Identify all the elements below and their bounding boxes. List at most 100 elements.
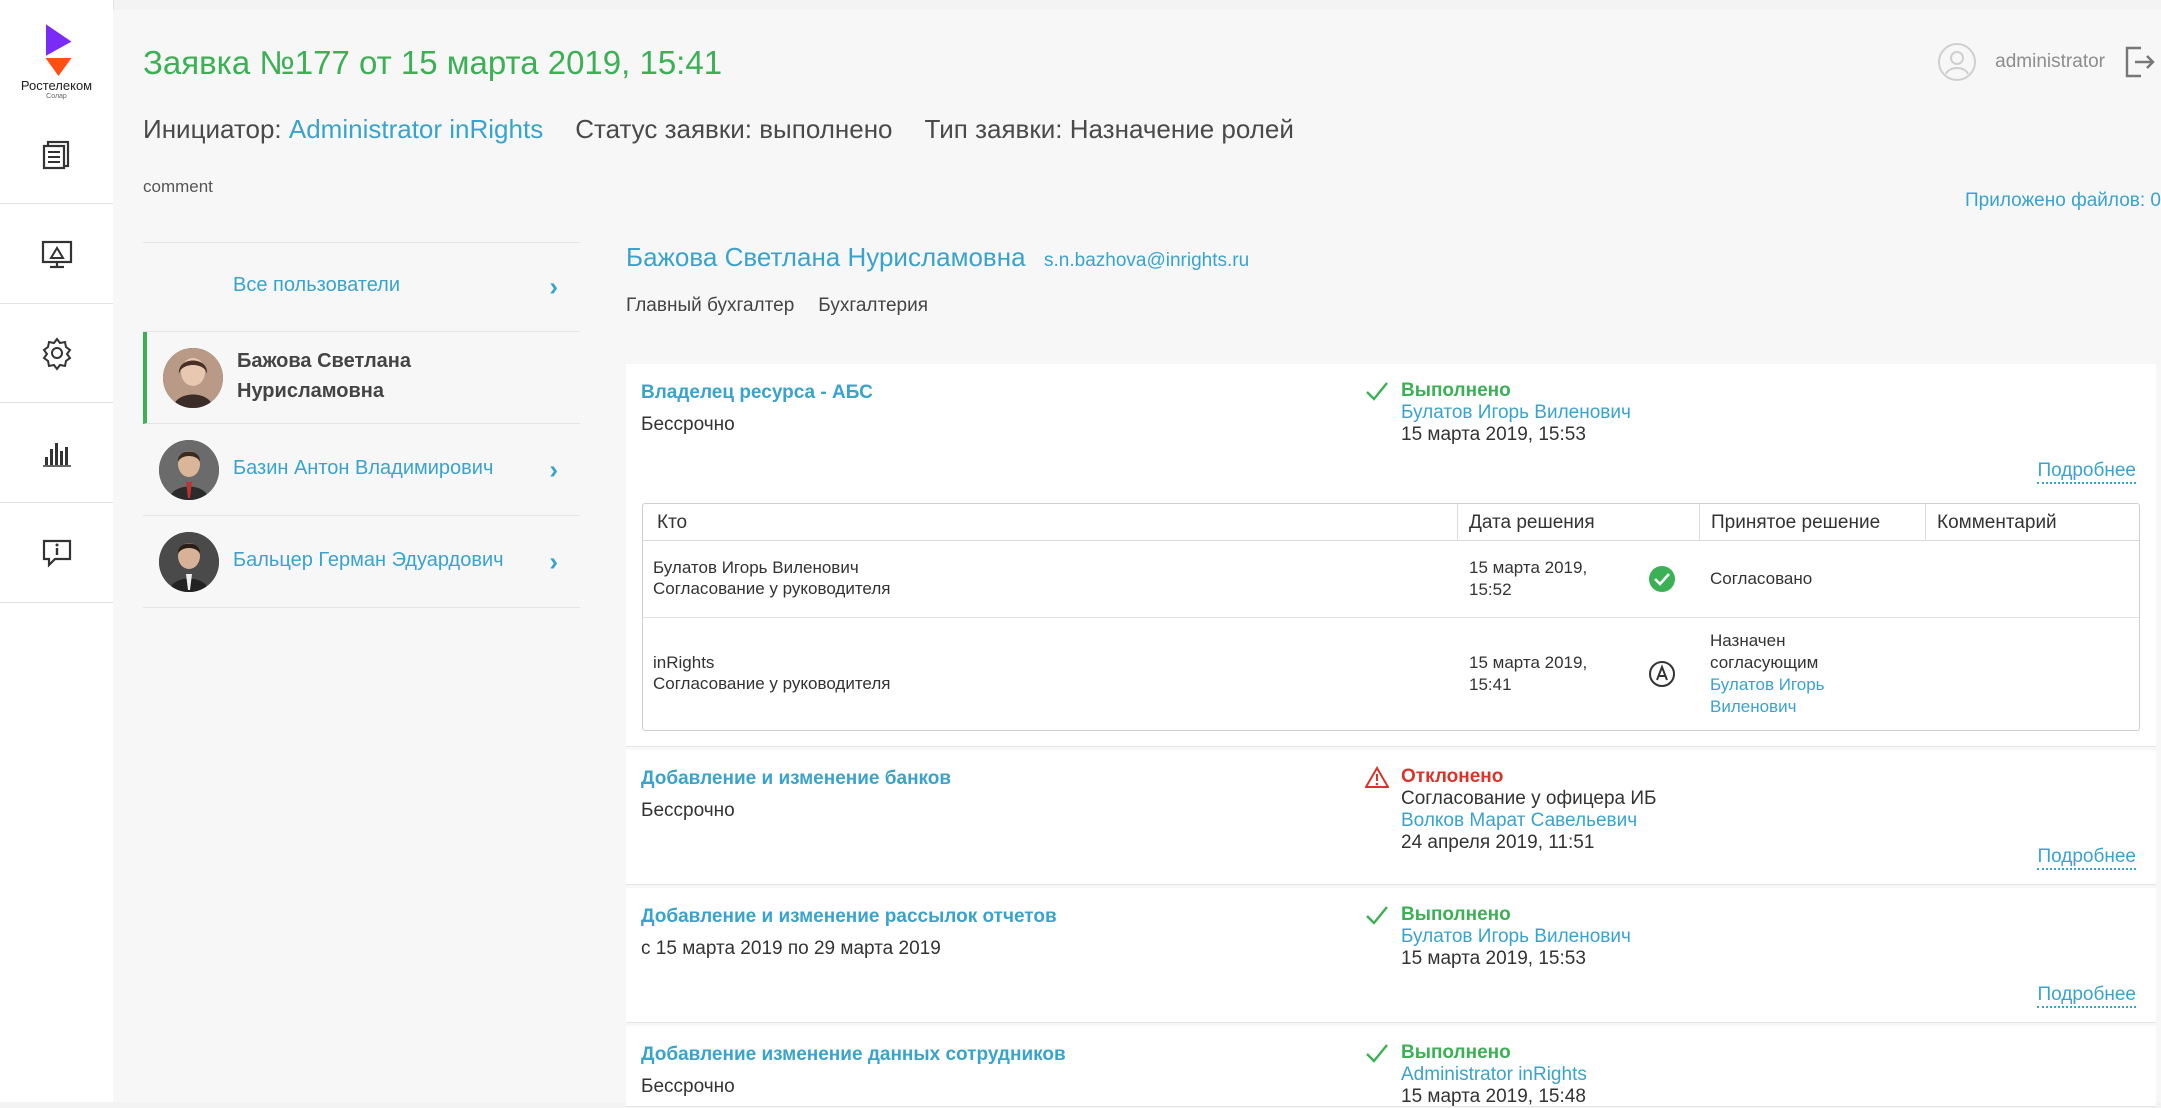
check-icon xyxy=(1366,906,1388,925)
sidebar-item-feedback[interactable] xyxy=(0,504,113,603)
column-header: Комментарий xyxy=(1937,512,2057,533)
attached-files-link[interactable]: Приложено файлов: 0 xyxy=(1965,190,2161,212)
main-panel: Заявка №177 от 15 марта 2019, 15:41 admi… xyxy=(113,10,2161,1107)
user-avatar-icon[interactable] xyxy=(1937,42,1977,82)
resource-status: Выполнено Булатов Игорь Виленович 15 мар… xyxy=(1366,904,1631,970)
resource-card: Владелец ресурса - АБС Бессрочно Выполне… xyxy=(626,364,2156,747)
documents-icon xyxy=(42,140,69,170)
resource-card: Добавление изменение данных сотрудников … xyxy=(626,1026,2156,1107)
resource-title[interactable]: Добавление изменение данных сотрудников xyxy=(641,1044,1066,1066)
approval-decision: Назначен согласующим Булатов Игорь Вилен… xyxy=(1710,631,1825,718)
sidebar-item-monitor[interactable] xyxy=(0,205,113,304)
person-name: Бальцер Герман Эдуардович xyxy=(233,549,504,571)
approval-who: Булатов Игорь Виленович Согласование у р… xyxy=(653,558,891,598)
request-comment: comment xyxy=(143,177,213,196)
approver-link[interactable]: Булатов Игорь Виленович xyxy=(1401,402,1631,423)
logout-icon[interactable] xyxy=(2123,44,2155,80)
person-name: Базин Антон Владимирович xyxy=(233,457,494,479)
person-department: Бухгалтерия xyxy=(818,295,929,316)
people-list: Все пользователи › Бажова Светлана Нурис… xyxy=(143,242,580,608)
person-meta: Главный бухгалтер Бухгалтерия xyxy=(626,295,2156,317)
person-header: Бажова Светлана Нурисламовна s.n.bazhova… xyxy=(626,242,2156,273)
initiator: Инициатор: Administrator inRights xyxy=(143,114,544,144)
person-email-link[interactable]: s.n.bazhova@inrights.ru xyxy=(1044,250,1249,271)
resource-title[interactable]: Добавление и изменение банков xyxy=(641,768,951,790)
check-circle-icon xyxy=(1649,566,1675,592)
avatar xyxy=(159,439,219,500)
chevron-right-icon: › xyxy=(549,454,558,484)
monitor-icon xyxy=(41,240,72,269)
sidebar-item-reports[interactable] xyxy=(0,404,113,503)
table-header: Кто Дата решения Принятое решение Коммен… xyxy=(643,504,2139,541)
person-detail: Бажова Светлана Нурисламовна s.n.bazhova… xyxy=(626,242,2156,1107)
status-label: Выполнено xyxy=(1401,380,1511,401)
resource-title[interactable]: Добавление и изменение рассылок отчетов xyxy=(641,906,1057,928)
resource-status: Отклонено Согласование у офицера ИБ Волк… xyxy=(1365,766,1657,854)
sidebar-item-requests[interactable] xyxy=(0,105,113,204)
resource-period: Бессрочно xyxy=(641,414,735,435)
request-type: Тип заявки: Назначение ролей xyxy=(924,114,1294,144)
status-label: Выполнено xyxy=(1401,904,1511,925)
more-link[interactable]: Подробнее xyxy=(2037,460,2136,484)
approval-who: inRights Согласование у руководителя xyxy=(653,653,891,693)
more-link[interactable]: Подробнее xyxy=(2037,984,2136,1008)
logo-mark-icon xyxy=(40,24,74,76)
user-name[interactable]: administrator xyxy=(1995,51,2105,73)
all-users-item[interactable]: Все пользователи › xyxy=(143,242,580,332)
approval-date: 15 марта 2019, 15:41 xyxy=(1469,653,1588,694)
list-item-person[interactable]: Бальцер Герман Эдуардович › xyxy=(143,516,580,608)
request-meta: Инициатор: Administrator inRights Статус… xyxy=(143,114,1294,145)
person-name: Бажова Светлана Нурисламовна xyxy=(237,350,412,402)
list-item-person[interactable]: Базин Антон Владимирович › xyxy=(143,424,580,516)
status-date: 24 апреля 2019, 11:51 xyxy=(1401,832,1595,853)
check-icon xyxy=(1366,382,1388,401)
brand-logo[interactable]: Ростелеком Солар xyxy=(0,24,113,100)
more-link[interactable]: Подробнее xyxy=(2037,846,2136,870)
approver-link[interactable]: Administrator inRights xyxy=(1401,1064,1587,1085)
chevron-right-icon: › xyxy=(549,546,558,576)
bar-chart-icon xyxy=(42,443,71,467)
warning-icon xyxy=(1365,766,1389,788)
avatar xyxy=(159,531,219,592)
approval-date: 15 марта 2019, 15:52 xyxy=(1469,558,1588,599)
table-row: Булатов Игорь Виленович Согласование у р… xyxy=(643,541,2139,618)
person-name-link[interactable]: Бажова Светлана Нурисламовна xyxy=(626,242,1026,272)
approver-link[interactable]: Виленович xyxy=(1710,696,1825,718)
sidebar: Ростелеком Солар xyxy=(0,0,114,1102)
request-status: Статус заявки: выполнено xyxy=(575,114,893,144)
table-row: inRights Согласование у руководителя 15 … xyxy=(643,618,2139,730)
user-menu: administrator xyxy=(1937,42,2155,82)
status-date: 15 марта 2019, 15:53 xyxy=(1401,948,1586,969)
resource-status: Выполнено Булатов Игорь Виленович 15 мар… xyxy=(1366,380,1631,446)
resource-title[interactable]: Владелец ресурса - АБС xyxy=(641,382,873,404)
approver-link[interactable]: Булатов Игорь xyxy=(1710,674,1825,696)
chevron-right-icon: › xyxy=(549,271,558,302)
person-position: Главный бухгалтер xyxy=(626,295,795,316)
column-header: Кто xyxy=(657,512,688,533)
approval-table: Кто Дата решения Принятое решение Коммен… xyxy=(642,503,2140,731)
status-label: Отклонено xyxy=(1401,766,1504,787)
list-item-person[interactable]: Бажова Светлана Нурисламовна xyxy=(143,332,580,424)
page-title: Заявка №177 от 15 марта 2019, 15:41 xyxy=(143,44,723,81)
approval-decision: Согласовано xyxy=(1710,569,1813,588)
resource-period: Бессрочно xyxy=(641,800,735,821)
sidebar-item-settings[interactable] xyxy=(0,304,113,403)
resource-card: Добавление и изменение банков Бессрочно … xyxy=(626,750,2156,885)
resource-period: с 15 марта 2019 по 29 марта 2019 xyxy=(641,938,941,959)
check-icon xyxy=(1366,1044,1388,1063)
feedback-icon xyxy=(42,539,71,568)
column-header: Принятое решение xyxy=(1711,512,1881,533)
status-date: 15 марта 2019, 15:53 xyxy=(1401,424,1586,445)
approver-link[interactable]: Булатов Игорь Виленович xyxy=(1401,926,1631,947)
status-note: Согласование у офицера ИБ xyxy=(1401,788,1657,809)
brand-name: Ростелеком xyxy=(20,78,93,93)
status-label: Выполнено xyxy=(1401,1042,1511,1063)
gear-icon xyxy=(42,337,71,371)
resource-status: Выполнено Administrator inRights 15 март… xyxy=(1366,1042,1587,1108)
resource-card: Добавление и изменение рассылок отчетов … xyxy=(626,888,2156,1023)
column-header: Дата решения xyxy=(1469,512,1595,533)
approver-link[interactable]: Волков Марат Савельевич xyxy=(1401,810,1637,831)
status-date: 15 марта 2019, 15:48 xyxy=(1401,1086,1586,1107)
auto-icon xyxy=(1649,661,1675,687)
initiator-link[interactable]: Administrator inRights xyxy=(289,114,543,144)
